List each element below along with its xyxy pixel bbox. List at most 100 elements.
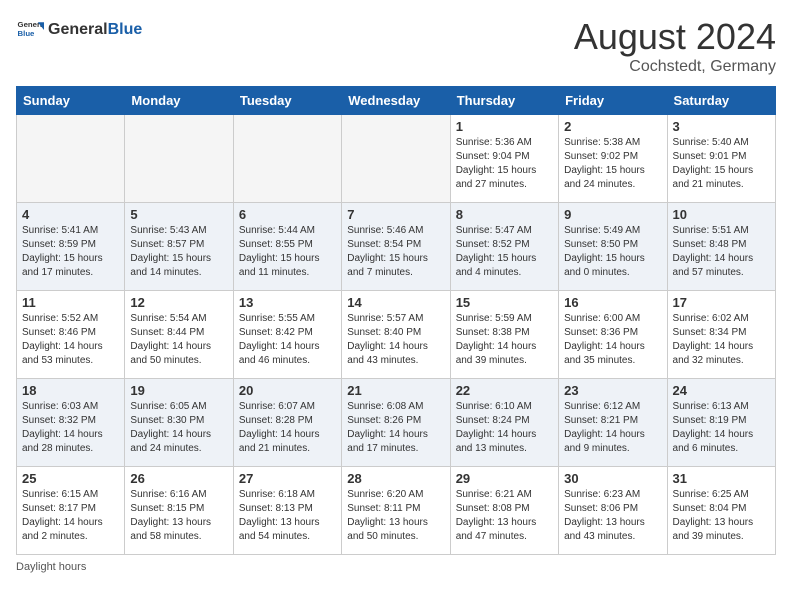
calendar-cell: 5 Sunrise: 5:43 AM Sunset: 8:57 PM Daylig… — [125, 203, 233, 291]
day-number: 16 — [564, 295, 661, 310]
calendar-cell: 2 Sunrise: 5:38 AM Sunset: 9:02 PM Daylig… — [559, 115, 667, 203]
day-number: 19 — [130, 383, 227, 398]
day-number: 9 — [564, 207, 661, 222]
calendar-cell: 20 Sunrise: 6:07 AM Sunset: 8:28 PM Dayli… — [233, 379, 341, 467]
footer-daylight: Daylight hours — [16, 561, 776, 573]
calendar-cell: 7Sunrise: 5:46 AM Sunset: 8:54 PM Daylig… — [342, 203, 450, 291]
day-info: Sunrise: 5:52 AM Sunset: 8:46 PM Dayligh… — [22, 312, 119, 368]
day-number: 12 — [130, 295, 227, 310]
calendar-week-row: 18Sunrise: 6:03 AM Sunset: 8:32 PM Dayli… — [17, 379, 776, 467]
day-info: Sunrise: 6:08 AM Sunset: 8:26 PM Dayligh… — [347, 400, 444, 456]
header-monday: Monday — [125, 87, 233, 115]
day-info: Sunrise: 6:16 AM Sunset: 8:15 PM Dayligh… — [130, 488, 227, 544]
calendar-week-row: 4 Sunrise: 5:41 AM Sunset: 8:59 PM Daylig… — [17, 203, 776, 291]
calendar-cell: 15Sunrise: 5:59 AM Sunset: 8:38 PM Dayli… — [450, 291, 558, 379]
day-number: 28 — [347, 471, 444, 486]
day-info: Sunrise: 5:57 AM Sunset: 8:40 PM Dayligh… — [347, 312, 444, 368]
calendar-cell: 30Sunrise: 6:23 AM Sunset: 8:06 PM Dayli… — [559, 467, 667, 555]
title-area: August 2024 Cochstedt, Germany — [574, 16, 776, 76]
calendar-cell: 22 Sunrise: 6:10 AM Sunset: 8:24 PM Dayli… — [450, 379, 558, 467]
day-info: Sunrise: 5:51 AM Sunset: 8:48 PM Dayligh… — [673, 224, 770, 280]
calendar-cell: 4 Sunrise: 5:41 AM Sunset: 8:59 PM Daylig… — [17, 203, 125, 291]
day-info: Sunrise: 5:55 AM Sunset: 8:42 PM Dayligh… — [239, 312, 336, 368]
calendar-cell: 23 Sunrise: 6:12 AM Sunset: 8:21 PM Dayli… — [559, 379, 667, 467]
day-number: 20 — [239, 383, 336, 398]
calendar-week-row: 1Sunrise: 5:36 AM Sunset: 9:04 PM Daylig… — [17, 115, 776, 203]
day-number: 29 — [456, 471, 553, 486]
day-number: 22 — [456, 383, 553, 398]
header-sunday: Sunday — [17, 87, 125, 115]
day-info: Sunrise: 6:18 AM Sunset: 8:13 PM Dayligh… — [239, 488, 336, 544]
logo-blue-text: Blue — [108, 21, 143, 38]
day-number: 23 — [564, 383, 661, 398]
header-friday: Friday — [559, 87, 667, 115]
calendar-table: Sunday Monday Tuesday Wednesday Thursday… — [16, 86, 776, 555]
day-number: 14 — [347, 295, 444, 310]
day-info: Sunrise: 5:54 AM Sunset: 8:44 PM Dayligh… — [130, 312, 227, 368]
day-info: Sunrise: 5:43 AM Sunset: 8:57 PM Dayligh… — [130, 224, 227, 280]
day-info: Sunrise: 6:05 AM Sunset: 8:30 PM Dayligh… — [130, 400, 227, 456]
day-number: 30 — [564, 471, 661, 486]
svg-text:Blue: Blue — [18, 29, 36, 38]
day-info: Sunrise: 6:15 AM Sunset: 8:17 PM Dayligh… — [22, 488, 119, 544]
day-info: Sunrise: 5:46 AM Sunset: 8:54 PM Dayligh… — [347, 224, 444, 280]
calendar-cell: 10 Sunrise: 5:51 AM Sunset: 8:48 PM Dayli… — [667, 203, 775, 291]
day-number: 10 — [673, 207, 770, 222]
calendar-cell: 6Sunrise: 5:44 AM Sunset: 8:55 PM Daylig… — [233, 203, 341, 291]
header-tuesday: Tuesday — [233, 87, 341, 115]
day-number: 25 — [22, 471, 119, 486]
calendar-cell — [125, 115, 233, 203]
calendar-cell: 24 Sunrise: 6:13 AM Sunset: 8:19 PM Dayli… — [667, 379, 775, 467]
day-number: 17 — [673, 295, 770, 310]
day-info: Sunrise: 6:03 AM Sunset: 8:32 PM Dayligh… — [22, 400, 119, 456]
calendar-cell — [342, 115, 450, 203]
day-info: Sunrise: 6:10 AM Sunset: 8:24 PM Dayligh… — [456, 400, 553, 456]
day-number: 15 — [456, 295, 553, 310]
calendar-cell: 8Sunrise: 5:47 AM Sunset: 8:52 PM Daylig… — [450, 203, 558, 291]
day-number: 13 — [239, 295, 336, 310]
calendar-cell: 9 Sunrise: 5:49 AM Sunset: 8:50 PM Daylig… — [559, 203, 667, 291]
logo-general-text: General — [48, 21, 108, 38]
calendar-cell: 13 Sunrise: 5:55 AM Sunset: 8:42 PM Dayli… — [233, 291, 341, 379]
calendar-week-row: 11 Sunrise: 5:52 AM Sunset: 8:46 PM Dayli… — [17, 291, 776, 379]
calendar-cell: 12 Sunrise: 5:54 AM Sunset: 8:44 PM Dayli… — [125, 291, 233, 379]
day-number: 26 — [130, 471, 227, 486]
calendar-cell: 26 Sunrise: 6:16 AM Sunset: 8:15 PM Dayli… — [125, 467, 233, 555]
day-number: 11 — [22, 295, 119, 310]
calendar-cell: 25 Sunrise: 6:15 AM Sunset: 8:17 PM Dayli… — [17, 467, 125, 555]
day-number: 5 — [130, 207, 227, 222]
calendar-cell — [233, 115, 341, 203]
month-title: August 2024 — [574, 16, 776, 58]
day-number: 27 — [239, 471, 336, 486]
calendar-cell: 29Sunrise: 6:21 AM Sunset: 8:08 PM Dayli… — [450, 467, 558, 555]
day-number: 2 — [564, 119, 661, 134]
calendar-cell: 17Sunrise: 6:02 AM Sunset: 8:34 PM Dayli… — [667, 291, 775, 379]
calendar-cell: 28 Sunrise: 6:20 AM Sunset: 8:11 PM Dayli… — [342, 467, 450, 555]
day-info: Sunrise: 6:20 AM Sunset: 8:11 PM Dayligh… — [347, 488, 444, 544]
calendar-cell: 3Sunrise: 5:40 AM Sunset: 9:01 PM Daylig… — [667, 115, 775, 203]
day-info: Sunrise: 5:40 AM Sunset: 9:01 PM Dayligh… — [673, 136, 770, 192]
day-info: Sunrise: 5:38 AM Sunset: 9:02 PM Dayligh… — [564, 136, 661, 192]
day-info: Sunrise: 5:41 AM Sunset: 8:59 PM Dayligh… — [22, 224, 119, 280]
day-info: Sunrise: 6:25 AM Sunset: 8:04 PM Dayligh… — [673, 488, 770, 544]
calendar-cell: 19 Sunrise: 6:05 AM Sunset: 8:30 PM Dayli… — [125, 379, 233, 467]
calendar-week-row: 25 Sunrise: 6:15 AM Sunset: 8:17 PM Dayli… — [17, 467, 776, 555]
day-number: 21 — [347, 383, 444, 398]
day-info: Sunrise: 5:36 AM Sunset: 9:04 PM Dayligh… — [456, 136, 553, 192]
day-info: Sunrise: 6:12 AM Sunset: 8:21 PM Dayligh… — [564, 400, 661, 456]
calendar-cell: 1Sunrise: 5:36 AM Sunset: 9:04 PM Daylig… — [450, 115, 558, 203]
day-info: Sunrise: 6:00 AM Sunset: 8:36 PM Dayligh… — [564, 312, 661, 368]
day-info: Sunrise: 6:07 AM Sunset: 8:28 PM Dayligh… — [239, 400, 336, 456]
header-saturday: Saturday — [667, 87, 775, 115]
calendar-cell: 18Sunrise: 6:03 AM Sunset: 8:32 PM Dayli… — [17, 379, 125, 467]
location-title: Cochstedt, Germany — [574, 58, 776, 76]
day-number: 4 — [22, 207, 119, 222]
header-wednesday: Wednesday — [342, 87, 450, 115]
day-info: Sunrise: 5:49 AM Sunset: 8:50 PM Dayligh… — [564, 224, 661, 280]
day-info: Sunrise: 6:13 AM Sunset: 8:19 PM Dayligh… — [673, 400, 770, 456]
day-number: 24 — [673, 383, 770, 398]
day-number: 8 — [456, 207, 553, 222]
logo-icon: General Blue — [16, 16, 44, 44]
day-info: Sunrise: 5:44 AM Sunset: 8:55 PM Dayligh… — [239, 224, 336, 280]
calendar-cell: 27 Sunrise: 6:18 AM Sunset: 8:13 PM Dayli… — [233, 467, 341, 555]
